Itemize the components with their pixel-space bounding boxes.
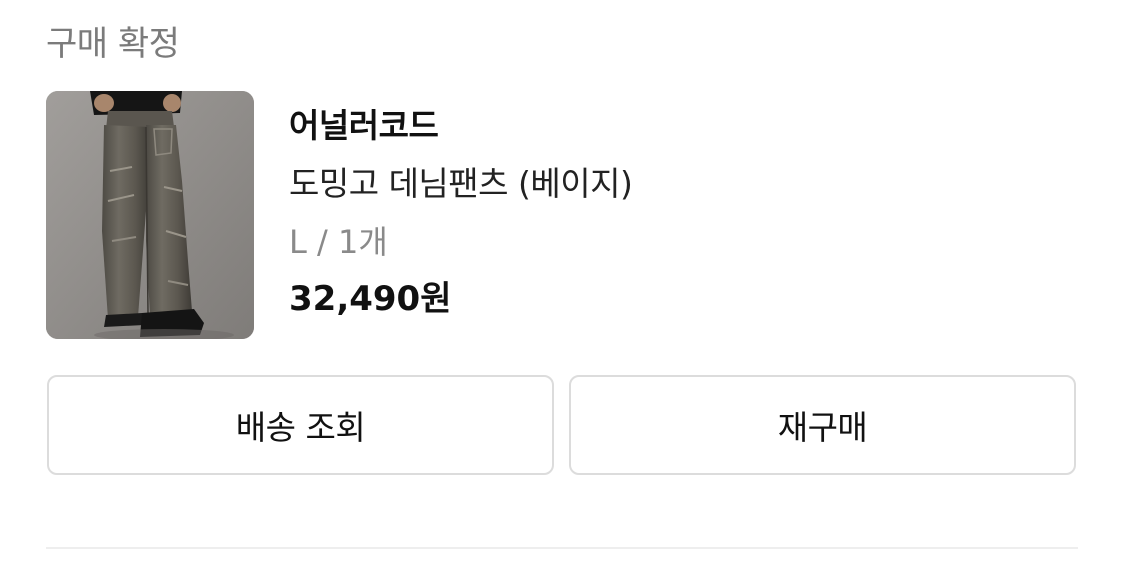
product-option: L / 1개	[289, 223, 388, 261]
product-image[interactable]	[46, 91, 254, 339]
track-delivery-button[interactable]: 배송 조회	[47, 375, 554, 475]
denim-pants-photo	[46, 91, 254, 339]
product-info: 어널러코드 도밍고 데님팬츠 (베이지) L / 1개 32,490원	[289, 104, 633, 322]
product-brand[interactable]: 어널러코드	[289, 104, 632, 148]
product-price: 32,490원	[289, 279, 452, 319]
divider	[46, 547, 1078, 549]
order-item-card: 구매 확정 어널러코드 도밍고 데님팬츠 (베이지) L / 1개 32,490…	[0, 0, 1125, 576]
order-status: 구매 확정	[46, 24, 180, 64]
product-name[interactable]: 도밍고 데님팬츠 (베이지)	[289, 162, 633, 206]
rebuy-button[interactable]: 재구매	[569, 375, 1076, 475]
